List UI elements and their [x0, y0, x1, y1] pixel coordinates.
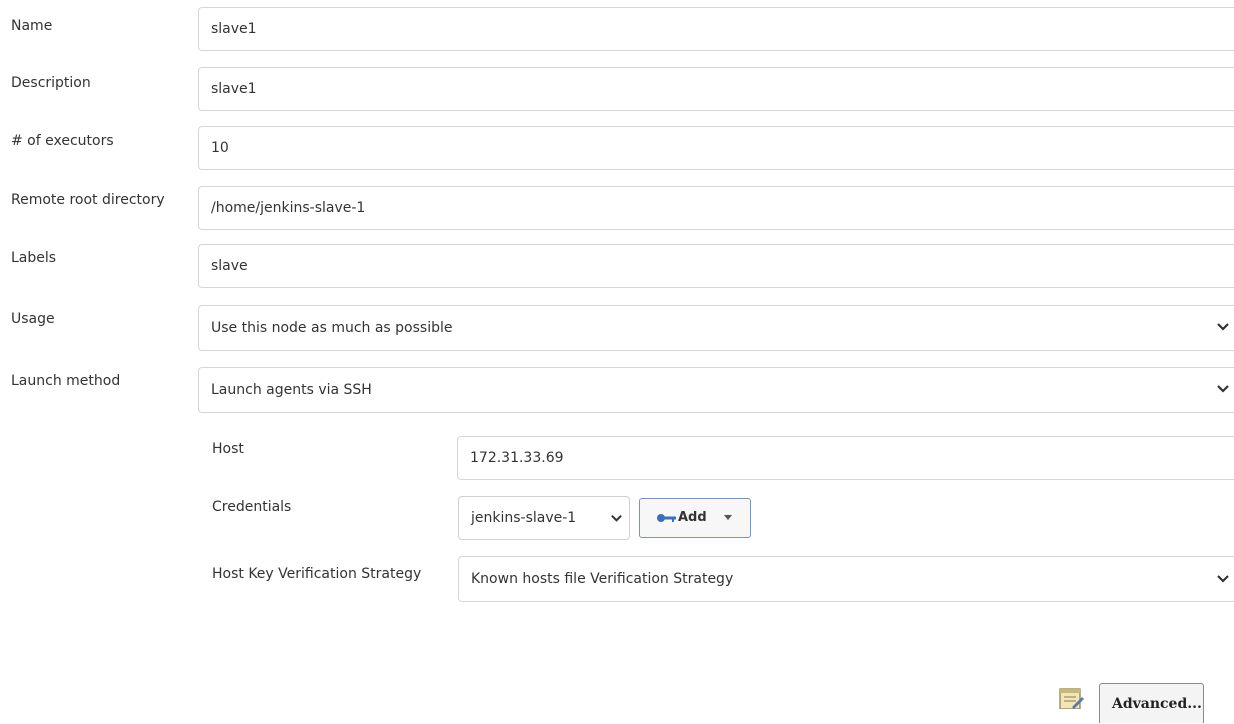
launch-method-label: Launch method — [11, 373, 121, 389]
name-input[interactable]: slave1 — [198, 7, 1234, 51]
launch-method-select[interactable]: Launch agents via SSH — [198, 367, 1234, 413]
description-input[interactable]: slave1 — [198, 67, 1234, 111]
remote-root-input[interactable]: /home/jenkins-slave-1 — [198, 186, 1234, 230]
chevron-down-icon[interactable] — [1216, 572, 1230, 586]
launch-method-selected-value: Launch agents via SSH — [211, 382, 372, 398]
host-key-selected-value: Known hosts file Verification Strategy — [471, 571, 734, 587]
add-credentials-button[interactable]: Add — [639, 498, 751, 538]
caret-down-icon — [724, 515, 732, 520]
name-label: Name — [11, 18, 53, 34]
remote-root-label: Remote root directory — [11, 192, 165, 208]
chevron-down-icon — [611, 514, 622, 522]
executors-input[interactable]: 10 — [198, 126, 1234, 170]
usage-selected-value: Use this node as much as possible — [211, 320, 453, 336]
host-key-label: Host Key Verification Strategy — [212, 566, 422, 582]
usage-label: Usage — [11, 311, 55, 327]
description-label: Description — [11, 75, 91, 91]
chevron-down-icon[interactable] — [1216, 320, 1230, 334]
usage-select[interactable]: Use this node as much as possible — [198, 305, 1234, 351]
credentials-label: Credentials — [212, 499, 292, 515]
credentials-selected-value: jenkins-slave-1 — [471, 510, 577, 526]
key-icon — [657, 514, 676, 522]
host-input[interactable]: 172.31.33.69 — [457, 436, 1234, 480]
executors-label: # of executors — [11, 133, 114, 149]
add-button-label: Add — [678, 510, 707, 525]
host-label: Host — [212, 441, 244, 457]
labels-label: Labels — [11, 250, 57, 266]
host-key-select[interactable]: Known hosts file Verification Strategy — [458, 556, 1234, 602]
chevron-down-icon[interactable] — [1216, 382, 1230, 396]
notepad-icon — [1059, 688, 1084, 709]
credentials-select[interactable]: jenkins-slave-1 — [458, 496, 630, 540]
labels-input[interactable]: slave — [198, 244, 1234, 288]
advanced-button[interactable]: Advanced... — [1099, 683, 1204, 723]
